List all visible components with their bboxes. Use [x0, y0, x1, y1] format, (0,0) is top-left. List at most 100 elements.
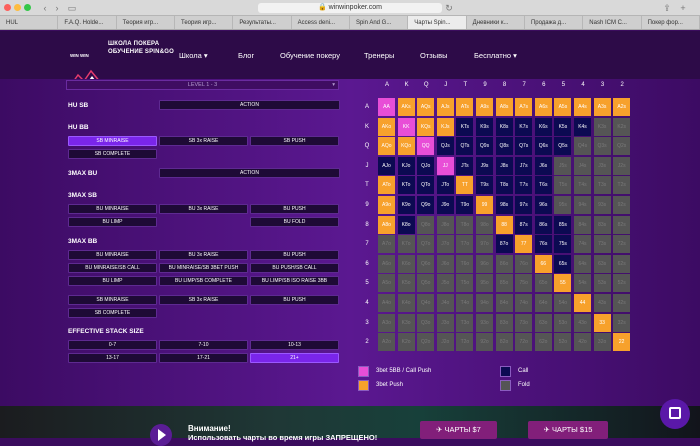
hand-cell[interactable]: Q3s — [593, 137, 611, 156]
hand-cell[interactable]: 83s — [593, 215, 611, 234]
hand-cell[interactable]: T4s — [574, 176, 591, 195]
hand-cell[interactable]: TT — [456, 176, 474, 195]
hand-cell[interactable]: ATs — [456, 98, 474, 116]
chart-option-button[interactable]: SB MINRAISE — [68, 136, 157, 146]
hand-cell[interactable]: 86o — [495, 254, 513, 273]
hand-cell[interactable]: 83o — [495, 313, 513, 332]
browser-tab[interactable]: Spin And G... — [350, 16, 409, 29]
hand-cell[interactable]: 32s — [613, 313, 631, 332]
hand-cell[interactable]: J3o — [436, 313, 454, 332]
hand-cell[interactable]: 53s — [593, 274, 611, 293]
hand-cell[interactable]: 92o — [476, 333, 493, 352]
hand-cell[interactable]: 62o — [534, 333, 552, 352]
hand-cell[interactable]: 86s — [534, 215, 552, 234]
hand-cell[interactable]: 64s — [574, 254, 591, 273]
browser-tab[interactable]: Результаты... — [233, 16, 292, 29]
browser-tab[interactable]: Теория игр... — [117, 16, 175, 29]
hand-cell[interactable]: 97o — [476, 235, 493, 254]
hand-cell[interactable]: KQo — [397, 137, 415, 156]
charts-15-button[interactable]: ✈ ЧАРТЫ $15 — [528, 421, 608, 439]
hand-cell[interactable]: K9s — [476, 117, 493, 136]
hand-cell[interactable]: J2o — [436, 333, 454, 352]
hand-cell[interactable]: Q6s — [534, 137, 552, 156]
hand-cell[interactable]: JTs — [456, 156, 474, 175]
browser-tab[interactable]: Покер фор... — [642, 16, 700, 29]
chart-option-button[interactable]: SB COMPLETE — [68, 308, 157, 318]
hand-cell[interactable]: A7o — [378, 235, 395, 254]
hand-cell[interactable]: A8o — [378, 215, 395, 234]
hand-cell[interactable]: J3s — [593, 156, 611, 175]
hand-cell[interactable]: K7o — [397, 235, 415, 254]
hand-cell[interactable]: J2s — [613, 156, 631, 175]
hand-cell[interactable]: 53o — [554, 313, 572, 332]
hand-cell[interactable]: 64o — [534, 294, 552, 312]
hand-cell[interactable]: 92s — [613, 196, 631, 214]
hand-cell[interactable]: A3s — [593, 98, 611, 116]
hand-cell[interactable]: 72o — [515, 333, 533, 352]
hand-cell[interactable]: A2s — [613, 98, 631, 116]
close-window-icon[interactable] — [4, 4, 11, 11]
hand-cell[interactable]: 63o — [534, 313, 552, 332]
hand-cell[interactable]: 87o — [495, 235, 513, 254]
hand-cell[interactable]: K4s — [574, 117, 591, 136]
chart-option-button[interactable]: BU LIMP/SB ISO RAISE 3BB — [250, 276, 339, 286]
hand-cell[interactable]: J5o — [436, 274, 454, 293]
nav-poker-training[interactable]: Обучение покеру — [280, 51, 340, 60]
share-icon[interactable]: ⇪ — [662, 3, 672, 13]
hand-cell[interactable]: QQ — [417, 137, 435, 156]
hand-cell[interactable]: Q5o — [417, 274, 435, 293]
hand-cell[interactable]: A4o — [378, 294, 395, 312]
hand-cell[interactable]: 63s — [593, 254, 611, 273]
hand-cell[interactable]: Q2s — [613, 137, 631, 156]
hand-cell[interactable]: J6s — [534, 156, 552, 175]
browser-tab[interactable]: Nash ICM C... — [583, 16, 642, 29]
hand-cell[interactable]: 93s — [593, 196, 611, 214]
hand-cell[interactable]: 44 — [574, 294, 591, 312]
nav-blog[interactable]: Блог — [238, 51, 254, 60]
hand-cell[interactable]: K3o — [397, 313, 415, 332]
hand-cell[interactable]: A3o — [378, 313, 395, 332]
hand-cell[interactable]: KJo — [397, 156, 415, 175]
hand-cell[interactable]: T7o — [456, 235, 474, 254]
hand-cell[interactable]: T5s — [554, 176, 572, 195]
browser-tab[interactable]: Access deni... — [292, 16, 350, 29]
hand-cell[interactable]: 54o — [554, 294, 572, 312]
chart-option-button[interactable]: SB 3x RAISE — [159, 136, 248, 146]
hand-cell[interactable]: Q8s — [495, 137, 513, 156]
hand-cell[interactable]: 97s — [515, 196, 533, 214]
chart-option-button[interactable]: 13-17 — [68, 353, 157, 363]
hand-cell[interactable]: 73o — [515, 313, 533, 332]
address-bar[interactable]: 🔒 winwinpoker.com — [258, 3, 442, 13]
hand-cell[interactable]: J5s — [554, 156, 572, 175]
hand-cell[interactable]: 32o — [593, 333, 611, 352]
chart-option-button[interactable]: ACTION — [159, 100, 340, 110]
hand-cell[interactable]: Q2o — [417, 333, 435, 352]
hand-cell[interactable]: KTo — [397, 176, 415, 195]
hand-cell[interactable]: J8o — [436, 215, 454, 234]
hand-cell[interactable]: T8o — [456, 215, 474, 234]
chart-option-button[interactable]: SB 3x RAISE — [159, 295, 248, 305]
hand-cell[interactable]: K5s — [554, 117, 572, 136]
hand-cell[interactable]: 62s — [613, 254, 631, 273]
chart-option-button[interactable]: BU LIMP/SB COMPLETE — [159, 276, 248, 286]
hand-cell[interactable]: 76o — [515, 254, 533, 273]
hand-cell[interactable]: K3s — [593, 117, 611, 136]
hand-cell[interactable]: Q8o — [417, 215, 435, 234]
chart-option-button[interactable]: BU PUSH — [250, 250, 339, 260]
sidebar-icon[interactable]: ▭ — [66, 3, 78, 13]
hand-cell[interactable]: 98s — [495, 196, 513, 214]
hand-cell[interactable]: J8s — [495, 156, 513, 175]
hand-cell[interactable]: 96s — [534, 196, 552, 214]
hand-cell[interactable]: T5o — [456, 274, 474, 293]
hand-cell[interactable]: AQo — [378, 137, 395, 156]
chart-option-button[interactable]: BU MINRAISE/SB CALL — [68, 263, 157, 273]
hand-cell[interactable]: ATo — [378, 176, 395, 195]
hand-cell[interactable]: AJs — [436, 98, 454, 116]
new-tab-icon[interactable]: + — [678, 3, 688, 13]
hand-cell[interactable]: A5o — [378, 274, 395, 293]
hand-cell[interactable]: T2o — [456, 333, 474, 352]
hand-cell[interactable]: JJ — [436, 156, 454, 175]
hand-cell[interactable]: Q9s — [476, 137, 493, 156]
hand-cell[interactable]: 85o — [495, 274, 513, 293]
hand-cell[interactable]: 75o — [515, 274, 533, 293]
